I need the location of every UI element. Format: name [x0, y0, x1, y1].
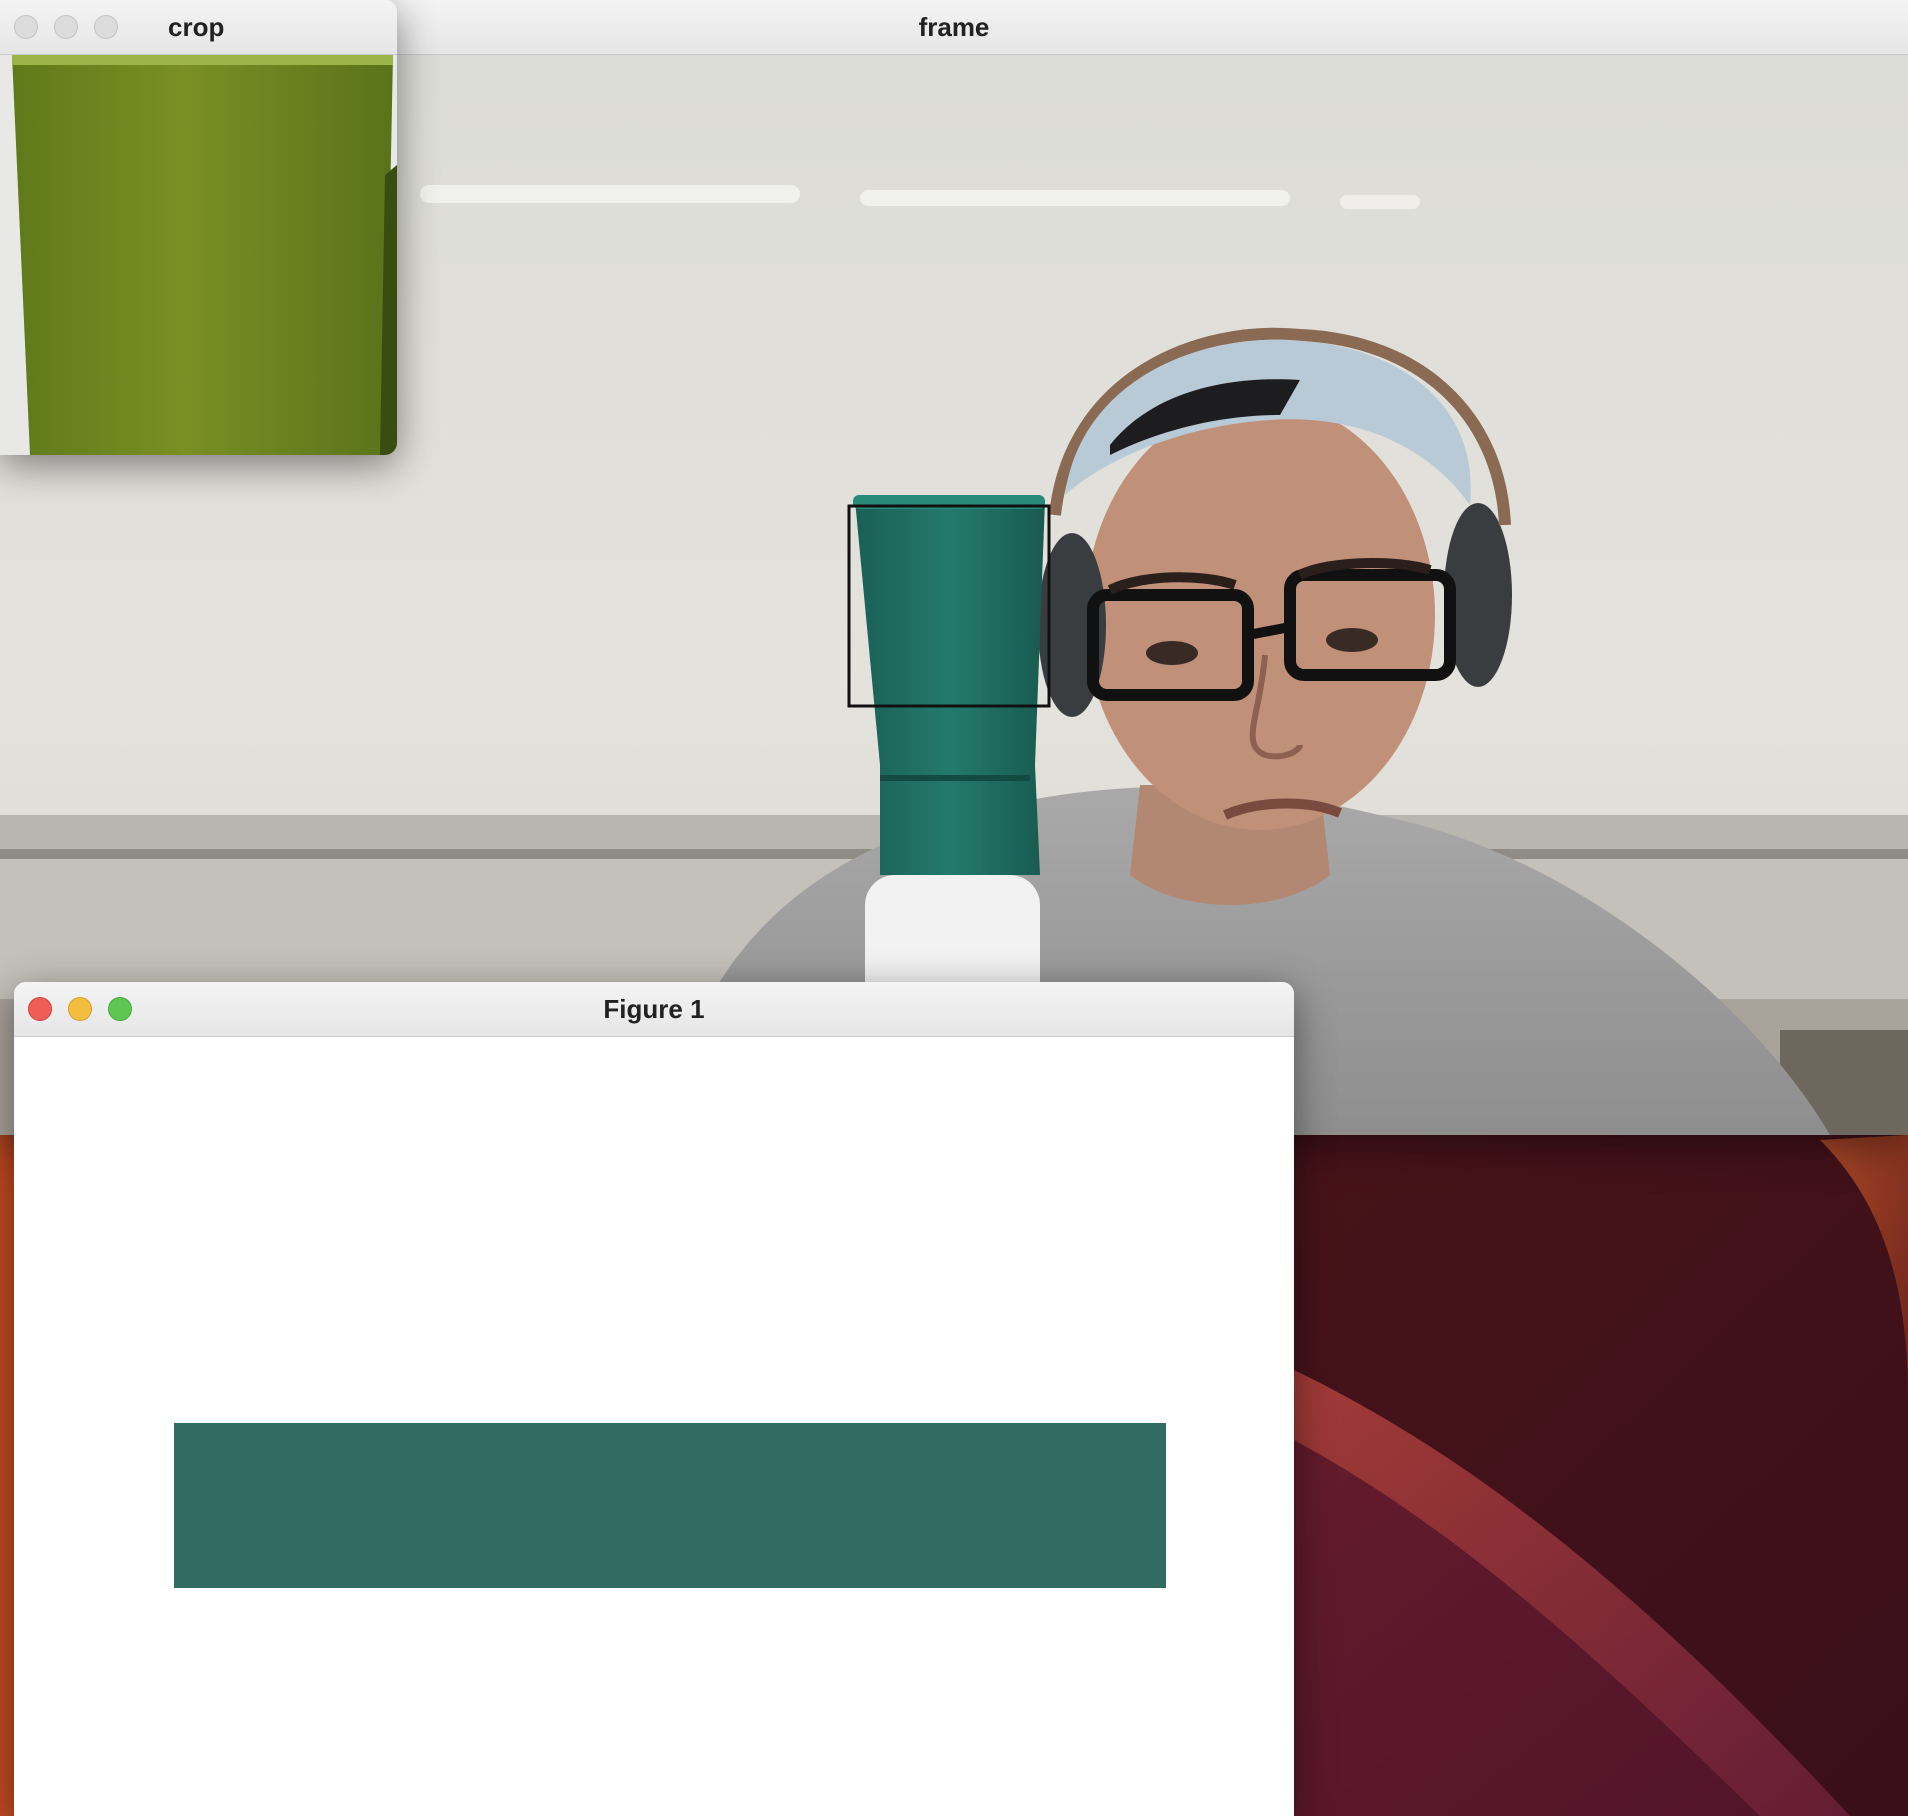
crop-preview [0, 55, 397, 455]
figure-window-controls [28, 997, 132, 1021]
color-swatch [174, 1423, 1166, 1588]
figure-canvas [14, 1037, 1294, 1816]
minimize-icon[interactable] [68, 997, 92, 1021]
crop-window-title: crop [168, 11, 225, 42]
minimize-icon[interactable] [54, 15, 78, 39]
frame-window-title: frame [918, 11, 990, 42]
crop-titlebar[interactable]: crop [0, 0, 397, 55]
crop-window-controls [14, 15, 118, 39]
zoom-icon[interactable] [94, 15, 118, 39]
figure-titlebar[interactable]: Figure 1 [14, 982, 1294, 1037]
zoom-icon[interactable] [108, 997, 132, 1021]
close-icon[interactable] [14, 15, 38, 39]
close-icon[interactable] [28, 997, 52, 1021]
figure-window: Figure 1 [14, 982, 1294, 1816]
crop-window: crop [0, 0, 397, 455]
figure-window-title: Figure 1 [603, 993, 705, 1024]
